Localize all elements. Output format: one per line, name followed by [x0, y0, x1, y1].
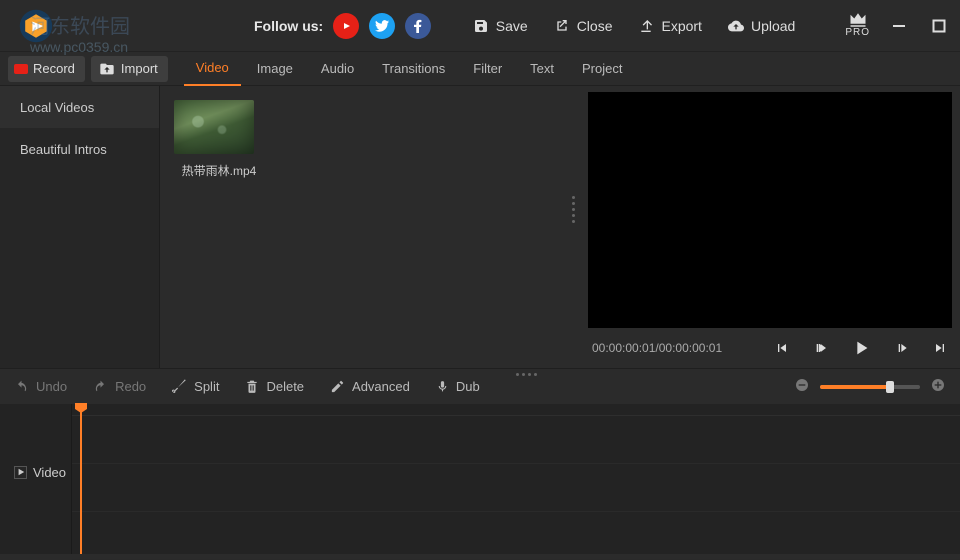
- split-label: Split: [194, 379, 219, 394]
- undo-button[interactable]: Undo: [14, 379, 67, 394]
- preview-panel: 00:00:00:01/00:00:00:01: [580, 86, 960, 368]
- media-asset[interactable]: 热带雨林.mp4: [174, 100, 264, 179]
- tab-transitions[interactable]: Transitions: [370, 52, 457, 86]
- tab-image[interactable]: Image: [245, 52, 305, 86]
- advanced-button[interactable]: Advanced: [330, 379, 410, 394]
- goto-start-button[interactable]: [774, 340, 790, 356]
- zoom-slider-knob[interactable]: [886, 381, 894, 393]
- save-button[interactable]: Save: [473, 18, 528, 34]
- facebook-icon[interactable]: [405, 13, 431, 39]
- media-library: 热带雨林.mp4: [160, 86, 580, 368]
- maximize-button[interactable]: [928, 15, 950, 37]
- upload-button[interactable]: Upload: [728, 18, 795, 34]
- timeline: Video: [0, 404, 960, 554]
- minimize-button[interactable]: [888, 15, 910, 37]
- tab-audio[interactable]: Audio: [309, 52, 366, 86]
- upload-label: Upload: [751, 18, 795, 34]
- undo-label: Undo: [36, 379, 67, 394]
- sidebar-item-beautiful-intros[interactable]: Beautiful Intros: [0, 128, 159, 170]
- title-bar: Follow us: Save Close Export Upload: [0, 0, 960, 52]
- timeline-ruler[interactable]: [72, 404, 960, 416]
- prev-frame-button[interactable]: [812, 340, 828, 356]
- record-button[interactable]: Record: [8, 56, 85, 82]
- follow-us: Follow us:: [254, 13, 431, 39]
- empty-track[interactable]: [72, 512, 960, 560]
- zoom-slider-fill: [820, 385, 890, 389]
- export-button[interactable]: Export: [638, 18, 701, 34]
- timeline-zoom: [794, 377, 946, 396]
- play-icon: [14, 466, 27, 479]
- import-button[interactable]: Import: [91, 56, 168, 82]
- close-button[interactable]: Close: [554, 18, 613, 34]
- delete-label: Delete: [266, 379, 304, 394]
- spacer-track: [72, 416, 960, 464]
- timeline-panel-drag-icon[interactable]: [516, 373, 537, 376]
- media-toolbar: Record Import Video Image Audio Transiti…: [0, 52, 960, 86]
- timeline-tracks[interactable]: [72, 404, 960, 554]
- follow-label: Follow us:: [254, 18, 323, 34]
- library-sidebar: Local Videos Beautiful Intros: [0, 86, 160, 368]
- redo-label: Redo: [115, 379, 146, 394]
- record-label: Record: [33, 61, 75, 76]
- record-icon: [14, 64, 28, 74]
- next-frame-button[interactable]: [894, 340, 910, 356]
- app-logo: [18, 8, 54, 44]
- title-actions: Save Close Export Upload PRO: [473, 13, 950, 38]
- save-label: Save: [496, 18, 528, 34]
- split-button[interactable]: Split: [172, 379, 219, 394]
- panel-resize-handle[interactable]: [572, 196, 578, 223]
- track-labels: Video: [0, 404, 72, 554]
- delete-button[interactable]: Delete: [245, 379, 304, 394]
- pro-button[interactable]: PRO: [845, 13, 870, 38]
- dub-label: Dub: [456, 379, 480, 394]
- logo-icon: [18, 8, 54, 44]
- timecode-display: 00:00:00:01/00:00:00:01: [592, 341, 722, 355]
- import-label: Import: [121, 61, 158, 76]
- redo-button[interactable]: Redo: [93, 379, 146, 394]
- play-button[interactable]: [850, 337, 872, 359]
- youtube-icon[interactable]: [333, 13, 359, 39]
- goto-end-button[interactable]: [932, 340, 948, 356]
- zoom-in-button[interactable]: [930, 377, 946, 396]
- pro-label: PRO: [845, 27, 870, 38]
- twitter-icon[interactable]: [369, 13, 395, 39]
- tab-project[interactable]: Project: [570, 52, 634, 86]
- video-track-label[interactable]: Video: [0, 448, 71, 496]
- asset-filename: 热带雨林.mp4: [174, 162, 264, 179]
- playhead[interactable]: [80, 404, 82, 554]
- zoom-out-button[interactable]: [794, 377, 810, 396]
- advanced-label: Advanced: [352, 379, 410, 394]
- zoom-slider[interactable]: [820, 385, 920, 389]
- close-label: Close: [577, 18, 613, 34]
- sidebar-item-local-videos[interactable]: Local Videos: [0, 86, 159, 128]
- timeline-toolbar: Undo Redo Split Delete Advanced Dub: [0, 368, 960, 404]
- media-tabs: Video Image Audio Transitions Filter Tex…: [184, 52, 635, 86]
- video-track[interactable]: [72, 464, 960, 512]
- tab-text[interactable]: Text: [518, 52, 566, 86]
- asset-thumbnail: [174, 100, 254, 154]
- window-controls: PRO: [845, 13, 950, 38]
- export-label: Export: [661, 18, 701, 34]
- main-area: Local Videos Beautiful Intros 热带雨林.mp4 0…: [0, 86, 960, 368]
- tab-video[interactable]: Video: [184, 52, 241, 86]
- dub-button[interactable]: Dub: [436, 379, 480, 394]
- tab-filter[interactable]: Filter: [461, 52, 514, 86]
- preview-viewport[interactable]: [588, 92, 952, 328]
- preview-controls: 00:00:00:01/00:00:00:01: [580, 328, 960, 368]
- import-icon: [99, 62, 115, 76]
- video-track-text: Video: [33, 465, 66, 480]
